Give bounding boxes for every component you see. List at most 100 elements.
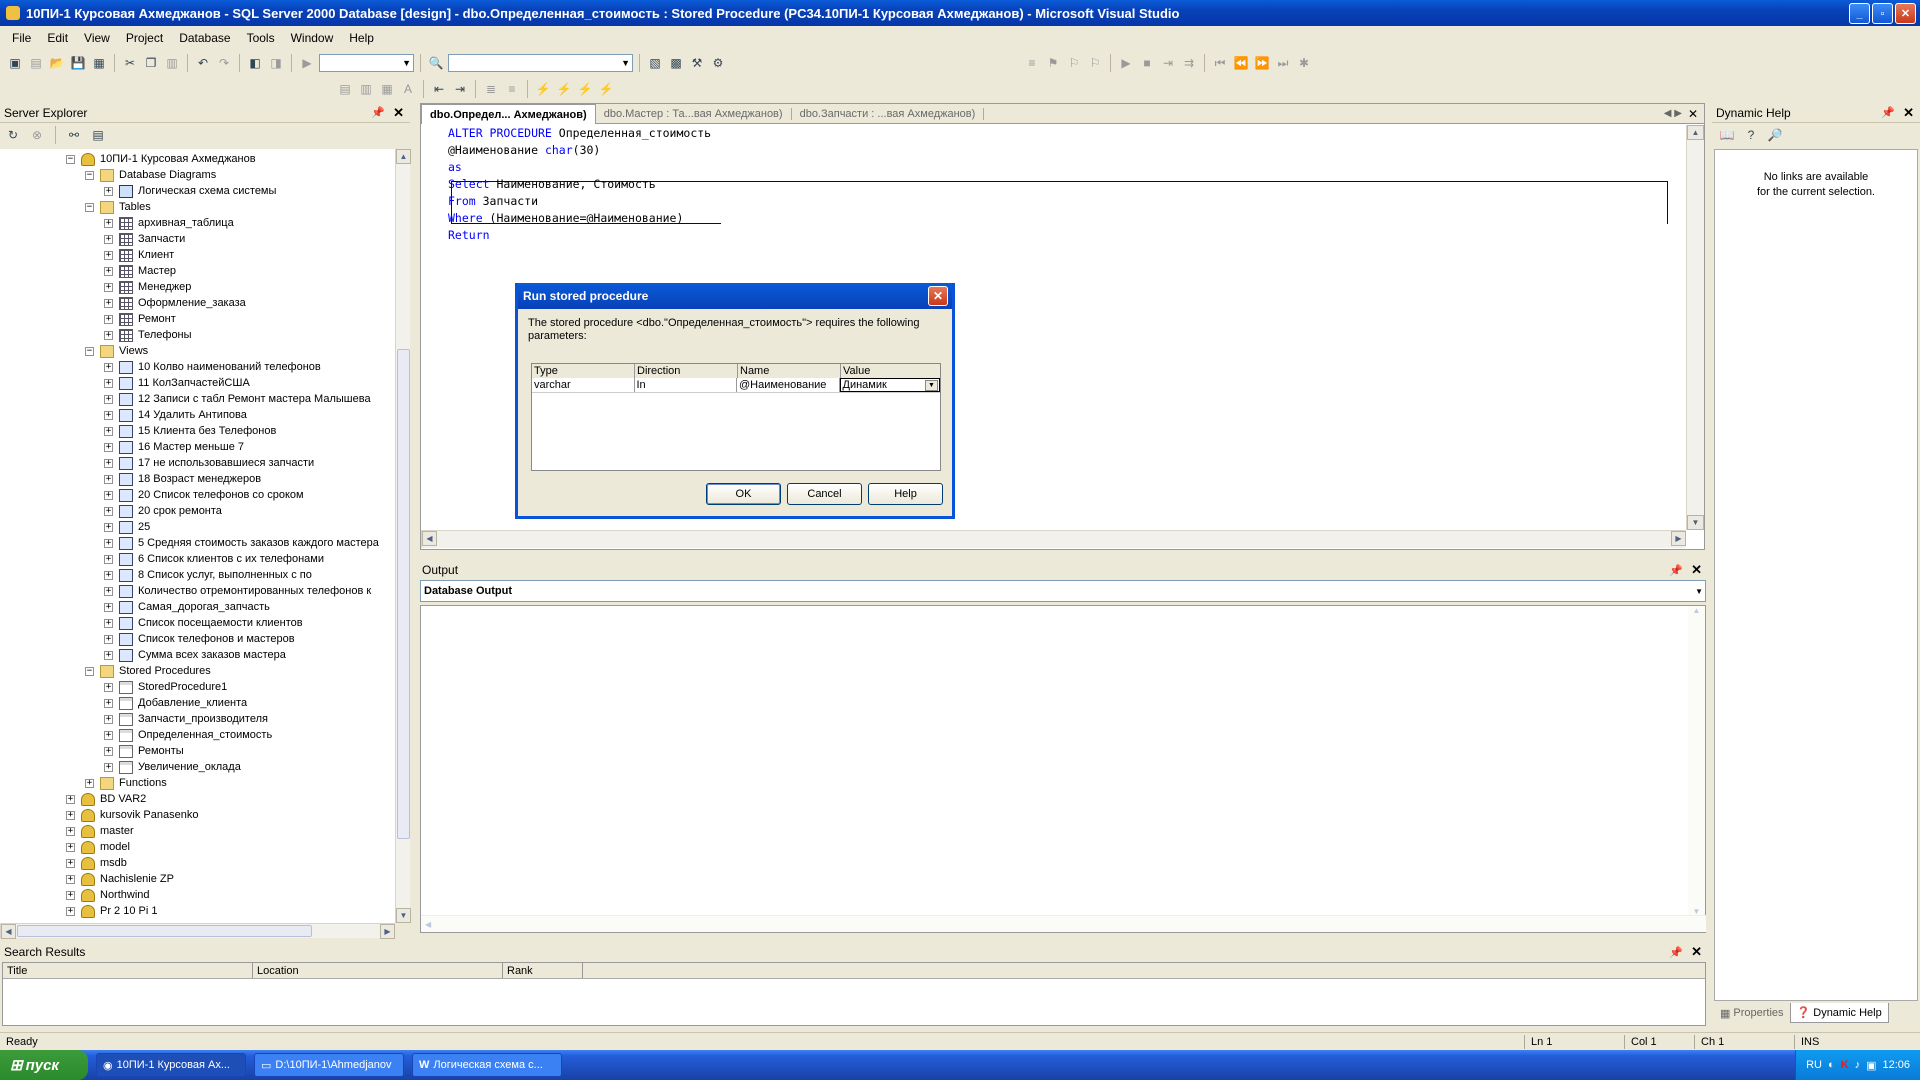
stop-refresh-icon[interactable]: ⊗: [28, 126, 46, 144]
close-panel-icon[interactable]: ✕: [393, 105, 404, 121]
tree-proc[interactable]: + Добавление_клиента: [104, 695, 247, 711]
uncomment-icon[interactable]: ≡: [503, 80, 521, 98]
tree-view[interactable]: +6 Список клиентов с их телефонами: [104, 551, 324, 567]
close-window-button[interactable]: ✕: [1895, 3, 1916, 24]
breakpoint-icon[interactable]: ✱: [1295, 54, 1313, 72]
expand-icon[interactable]: +: [104, 362, 113, 372]
indent-icon[interactable]: ▦: [378, 80, 396, 98]
editor-horizontal-scrollbar[interactable]: ◀ ▶: [421, 530, 1686, 548]
tab-master[interactable]: dbo.Мастер : Та...вая Ахмеджанов): [596, 107, 792, 120]
tree-view[interactable]: +11 КолЗапчастейСША: [104, 375, 250, 391]
prev-icon[interactable]: ⏪: [1232, 54, 1250, 72]
tree-tables-folder[interactable]: − Tables: [85, 199, 151, 215]
tree-other-db[interactable]: + BD VAR2: [66, 791, 146, 807]
paste-icon[interactable]: ▥: [163, 54, 181, 72]
language-indicator[interactable]: RU: [1806, 1059, 1822, 1071]
tree-view[interactable]: + Список посещаемости клиентов: [104, 615, 303, 631]
expand-icon[interactable]: +: [66, 906, 75, 916]
menu-window[interactable]: Window: [283, 31, 342, 45]
network-icon[interactable]: ▣: [1866, 1059, 1876, 1072]
undo-icon[interactable]: ↶: [194, 54, 212, 72]
expand-icon[interactable]: +: [104, 698, 113, 708]
tree-other-db[interactable]: + kursovik Panasenko: [66, 807, 198, 823]
expand-icon[interactable]: +: [104, 522, 113, 532]
menu-view[interactable]: View: [76, 31, 118, 45]
expand-icon[interactable]: +: [104, 442, 113, 452]
expand-icon[interactable]: +: [104, 458, 113, 468]
properties-icon[interactable]: ▩: [667, 54, 685, 72]
ok-button[interactable]: OK: [706, 483, 781, 505]
help-close-icon[interactable]: ✕: [1903, 105, 1914, 121]
tree-view[interactable]: +16 Мастер меньше 7: [104, 439, 244, 455]
tree-functions-folder[interactable]: + Functions: [85, 775, 167, 791]
menu-tools[interactable]: Tools: [239, 31, 283, 45]
menu-file[interactable]: File: [4, 31, 39, 45]
bookmark-icon[interactable]: ⚑: [1044, 54, 1062, 72]
tree-proc[interactable]: + Увеличение_оклада: [104, 759, 241, 775]
expand-icon[interactable]: +: [104, 506, 113, 516]
tree-horizontal-scrollbar[interactable]: ◀ ▶: [0, 923, 395, 939]
tree-view[interactable]: + Количество отремонтированных телефонов …: [104, 583, 371, 599]
tree-view[interactable]: + Самая_дорогая_запчасть: [104, 599, 270, 615]
task-folder[interactable]: ▭ D:\10ПИ-1\Ahmedjanov: [254, 1053, 404, 1077]
task-vs[interactable]: ◉ 10ПИ-1 Курсовая Ах...: [96, 1053, 246, 1077]
tree-view[interactable]: +12 Записи с табл Ремонт мастера Малышев…: [104, 391, 371, 407]
tab-dynamic-help[interactable]: ❓ Dynamic Help: [1789, 1003, 1889, 1023]
output-text-area[interactable]: ▲ ▼ ◀: [420, 605, 1706, 933]
output-pin-icon[interactable]: 📌: [1669, 564, 1683, 577]
tree-view[interactable]: +17 не использовавшиеся запчасти: [104, 455, 314, 471]
tree-procs-folder[interactable]: − Stored Procedures: [85, 663, 211, 679]
debug-sql-icon[interactable]: ⚡: [555, 80, 573, 98]
step-over-icon[interactable]: ⇉: [1180, 54, 1198, 72]
tab-determined-cost[interactable]: dbo.Определ... Ахмеджанов): [421, 103, 596, 124]
expand-icon[interactable]: +: [104, 490, 113, 500]
expand-icon[interactable]: +: [66, 794, 75, 804]
editor-vertical-scrollbar[interactable]: ▲ ▼: [1686, 125, 1704, 530]
menu-help[interactable]: Help: [341, 31, 382, 45]
task-word[interactable]: W Логическая схема с...: [412, 1053, 562, 1077]
bookmark-next-icon[interactable]: ⚐: [1065, 54, 1083, 72]
step-into-icon[interactable]: ⇥: [1159, 54, 1177, 72]
navigate-forward-icon[interactable]: ◨: [267, 54, 285, 72]
tree-other-db[interactable]: + master: [66, 823, 134, 839]
run-sql-icon[interactable]: ⚡: [534, 80, 552, 98]
contents-icon[interactable]: 📖: [1718, 126, 1736, 144]
menu-database[interactable]: Database: [171, 31, 238, 45]
expand-icon[interactable]: +: [104, 554, 113, 564]
tree-proc[interactable]: + Запчасти_производителя: [104, 711, 268, 727]
tab-scroll-icons[interactable]: ◀ ▶: [1664, 108, 1682, 119]
tree-proc[interactable]: + StoredProcedure1: [104, 679, 227, 695]
editor-scroll-right-icon[interactable]: ▶: [1671, 531, 1686, 546]
tree-proc[interactable]: + Определенная_стоимость: [104, 727, 272, 743]
scroll-right-icon[interactable]: ▶: [380, 924, 395, 939]
menu-project[interactable]: Project: [118, 31, 171, 45]
tree-table[interactable]: + Менеджер: [104, 279, 191, 295]
tree-table[interactable]: + Запчасти: [104, 231, 185, 247]
collapse-icon[interactable]: −: [85, 346, 94, 356]
expand-icon[interactable]: +: [104, 746, 113, 756]
col-rank[interactable]: Rank: [503, 963, 583, 978]
run-icon[interactable]: ▶: [1117, 54, 1135, 72]
refresh-icon[interactable]: ↻: [4, 126, 22, 144]
antivirus-icon[interactable]: K: [1841, 1059, 1849, 1071]
output-source-select[interactable]: Database Output ▼: [420, 580, 1706, 602]
expand-icon[interactable]: +: [104, 330, 113, 340]
expand-icon[interactable]: +: [66, 874, 75, 884]
comment-icon[interactable]: ≡: [1023, 54, 1041, 72]
tree-proc[interactable]: + Ремонты: [104, 743, 184, 759]
scroll-left-icon[interactable]: ◀: [1, 924, 16, 939]
expand-icon[interactable]: +: [104, 714, 113, 724]
run-selection-icon[interactable]: ⚡: [576, 80, 594, 98]
pin-icon[interactable]: 📌: [371, 106, 385, 119]
tree-view[interactable]: + Сумма всех заказов мастера: [104, 647, 286, 663]
index-icon[interactable]: ?: [1742, 126, 1760, 144]
tree-view[interactable]: +8 Список услуг, выполненных с по: [104, 567, 312, 583]
expand-icon[interactable]: +: [85, 778, 94, 788]
expand-icon[interactable]: +: [66, 858, 75, 868]
expand-icon[interactable]: +: [66, 842, 75, 852]
collapse-icon[interactable]: −: [85, 202, 94, 212]
tree-table[interactable]: + Клиент: [104, 247, 174, 263]
tree-table[interactable]: + Оформление_заказа: [104, 295, 246, 311]
expand-icon[interactable]: +: [104, 282, 113, 292]
format-icon[interactable]: ▤: [336, 80, 354, 98]
